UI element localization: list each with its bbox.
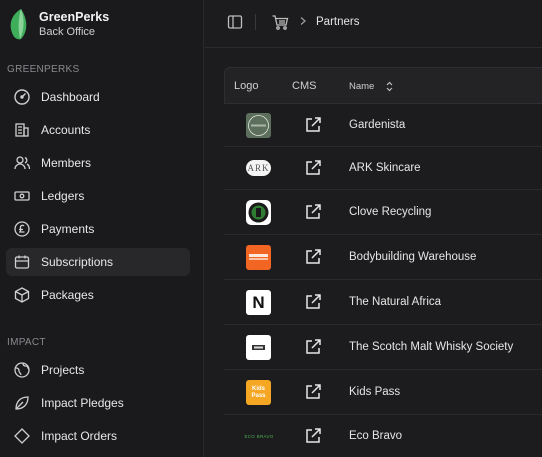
sidebar-item-packages[interactable]: Packages xyxy=(6,281,190,309)
globe-icon xyxy=(13,361,31,379)
shopping-cart-icon[interactable] xyxy=(271,13,289,31)
sidebar-item-label: Members xyxy=(41,156,92,170)
sidebar-item-ledgers[interactable]: Ledgers xyxy=(6,182,190,210)
sidebar-item-members[interactable]: Members xyxy=(6,149,190,177)
users-icon xyxy=(13,154,31,172)
external-link-icon[interactable] xyxy=(304,116,322,134)
external-link-icon[interactable] xyxy=(304,427,322,445)
sidebar-item-subscriptions[interactable]: Subscriptions xyxy=(6,248,190,276)
external-link-icon[interactable] xyxy=(304,293,322,311)
partner-logo-scotch-malt-whisky-society xyxy=(246,335,271,360)
sidebar-item-label: Accounts xyxy=(41,123,91,137)
table-row[interactable]: The Scotch Malt Whisky Society xyxy=(224,325,542,370)
sidebar-item-impact-pledges[interactable]: Impact Pledges xyxy=(6,389,190,417)
partner-logo-bodybuilding-warehouse xyxy=(246,245,271,270)
sidebar-item-projects[interactable]: Projects xyxy=(6,356,190,384)
sidebar-item-label: Subscriptions xyxy=(41,255,114,269)
sidebar-item-label: Payments xyxy=(41,222,95,236)
greenperks-logo-icon xyxy=(10,9,27,40)
partner-logo-eco-bravo: ECO BRAVO xyxy=(244,434,274,439)
external-link-icon[interactable] xyxy=(304,338,322,356)
sidebar-toggle-icon[interactable] xyxy=(227,14,243,30)
partner-logo-ark-skincare: ARK xyxy=(246,160,271,176)
sidebar: GreenPerks Back Office GREENPERKS Dashbo… xyxy=(0,0,204,457)
partner-name: Eco Bravo xyxy=(349,430,403,442)
partner-logo-clove-recycling xyxy=(246,200,271,225)
section-label-greenperks: GREENPERKS xyxy=(7,64,80,75)
diamond-icon xyxy=(13,427,31,445)
sidebar-item-label: Ledgers xyxy=(41,189,85,203)
column-header-name[interactable]: Name xyxy=(349,81,374,92)
partner-name: ARK Skincare xyxy=(349,162,421,174)
column-header-cms: CMS xyxy=(292,80,317,92)
sidebar-item-label: Impact Pledges xyxy=(41,396,124,410)
brand-subtitle: Back Office xyxy=(39,25,96,38)
sort-icon[interactable] xyxy=(385,81,394,92)
partner-name: Kids Pass xyxy=(349,386,401,398)
external-link-icon[interactable] xyxy=(304,203,322,221)
sidebar-item-payments[interactable]: Payments xyxy=(6,215,190,243)
sidebar-item-label: Projects xyxy=(41,363,85,377)
sidebar-item-dashboard[interactable]: Dashboard xyxy=(6,83,190,111)
table-header: Logo CMS Name xyxy=(224,67,542,104)
sidebar-item-label: Packages xyxy=(41,288,94,302)
section-label-impact: IMPACT xyxy=(7,337,46,348)
partner-logo-the-natural-africa: N xyxy=(246,290,271,315)
external-link-icon[interactable] xyxy=(304,159,322,177)
partner-name: The Natural Africa xyxy=(349,296,442,308)
calendar-icon xyxy=(13,253,31,271)
partners-table: Logo CMS Name Gardenista ARK ARK Skincar… xyxy=(224,67,542,457)
banknote-icon xyxy=(13,187,31,205)
chevron-right-icon xyxy=(300,17,306,25)
pound-coin-icon xyxy=(13,220,31,238)
package-icon xyxy=(13,286,31,304)
external-link-icon[interactable] xyxy=(304,383,322,401)
table-row[interactable]: Clove Recycling xyxy=(224,190,542,235)
brand-name: GreenPerks xyxy=(39,9,110,24)
table-row[interactable]: Bodybuilding Warehouse xyxy=(224,235,542,280)
sidebar-item-accounts[interactable]: Accounts xyxy=(6,116,190,144)
table-row[interactable]: ARK ARK Skincare xyxy=(224,147,542,190)
topbar: Partners xyxy=(205,0,542,48)
partner-name: Gardenista xyxy=(349,119,406,131)
table-row[interactable]: Kids Pass Kids Pass xyxy=(224,370,542,415)
brand[interactable]: GreenPerks Back Office xyxy=(7,7,109,41)
partner-logo-gardenista xyxy=(246,113,271,138)
main-content: Partners Logo CMS Name Gardenista ARK AR… xyxy=(205,0,542,457)
partner-name: Clove Recycling xyxy=(349,206,432,218)
table-row[interactable]: N The Natural Africa xyxy=(224,280,542,325)
breadcrumb-partners[interactable]: Partners xyxy=(316,16,359,28)
building-icon xyxy=(13,121,31,139)
external-link-icon[interactable] xyxy=(304,248,322,266)
leaf-icon xyxy=(13,394,31,412)
sidebar-item-label: Dashboard xyxy=(41,90,100,104)
partner-name: The Scotch Malt Whisky Society xyxy=(349,341,514,353)
gauge-icon xyxy=(13,88,31,106)
partner-name: Bodybuilding Warehouse xyxy=(349,251,477,263)
column-header-logo: Logo xyxy=(234,80,259,92)
table-row[interactable]: Gardenista xyxy=(224,104,542,147)
table-row[interactable]: ECO BRAVO Eco Bravo xyxy=(224,415,542,457)
partner-logo-kids-pass: Kids Pass xyxy=(246,380,271,405)
topbar-divider xyxy=(255,14,256,30)
sidebar-item-label: Impact Orders xyxy=(41,429,118,443)
sidebar-item-impact-orders[interactable]: Impact Orders xyxy=(6,422,190,450)
